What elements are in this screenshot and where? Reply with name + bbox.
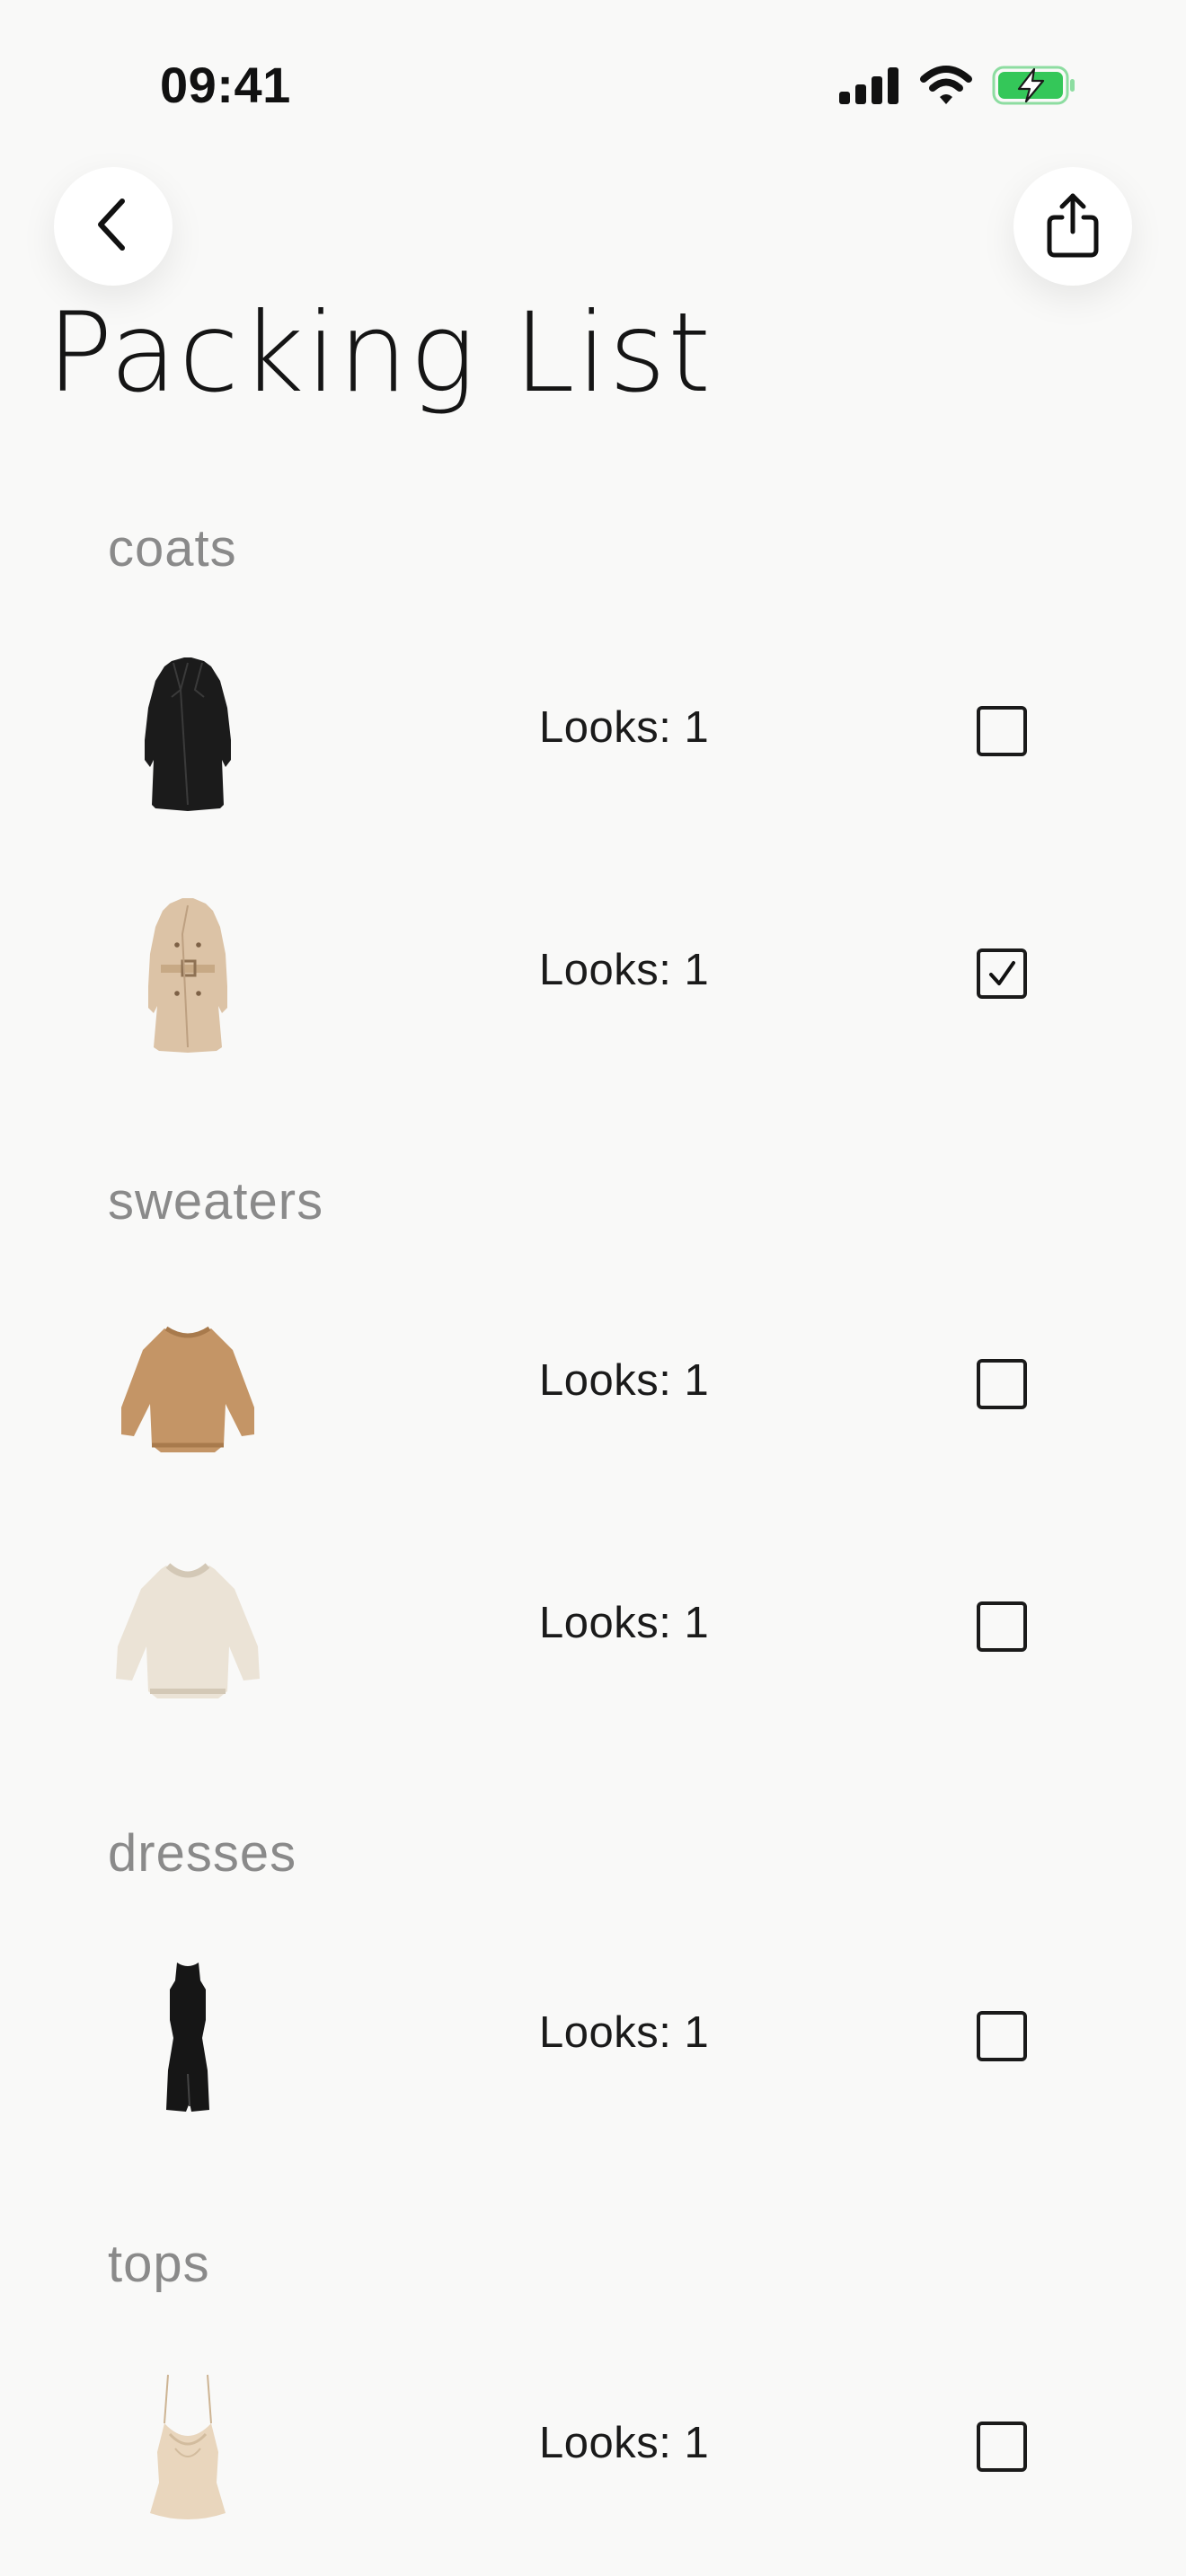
packed-checkbox[interactable] [977,948,1027,999]
list-item: Looks: 1 [0,2341,1186,2556]
section-heading-tops: tops [108,2235,210,2293]
black-coat-image [98,625,278,841]
looks-count: Looks: 1 [539,2419,710,2467]
cream-knit-sweater-image [98,1521,278,1736]
packed-checkbox[interactable] [977,2011,1027,2061]
camel-sweater-image [98,1278,278,1494]
champagne-cami-top-image [98,2341,278,2556]
list-item: Looks: 1 [0,868,1186,1083]
packed-checkbox[interactable] [977,1359,1027,1409]
beige-trench-coat-image [98,868,278,1083]
battery-charging-icon [992,65,1076,110]
section-heading-dresses: dresses [108,1824,297,1883]
status-icons [839,63,1076,111]
looks-count: Looks: 1 [539,946,710,994]
list-item: Looks: 1 [0,625,1186,841]
black-dress-image [98,1930,278,2146]
cellular-signal-icon [839,66,900,108]
share-icon [1044,190,1102,262]
chevron-left-icon [92,196,135,257]
looks-count: Looks: 1 [539,1356,710,1405]
list-item: Looks: 1 [0,1278,1186,1494]
packed-checkbox[interactable] [977,706,1027,756]
list-item: Looks: 1 [0,1521,1186,1736]
section-heading-coats: coats [108,519,237,578]
section-heading-sweaters: sweaters [108,1172,324,1231]
status-time: 09:41 [160,57,291,113]
packed-checkbox[interactable] [977,1601,1027,1652]
looks-count: Looks: 1 [539,703,710,752]
packed-checkbox[interactable] [977,2422,1027,2472]
looks-count: Looks: 1 [539,2008,710,2057]
back-button[interactable] [54,167,173,286]
list-item: Looks: 1 [0,1930,1186,2146]
wifi-icon [920,66,972,109]
status-bar: 09:41 [0,0,1186,162]
looks-count: Looks: 1 [539,1599,710,1647]
share-button[interactable] [1013,167,1132,286]
page-title: Packing List [47,289,713,417]
